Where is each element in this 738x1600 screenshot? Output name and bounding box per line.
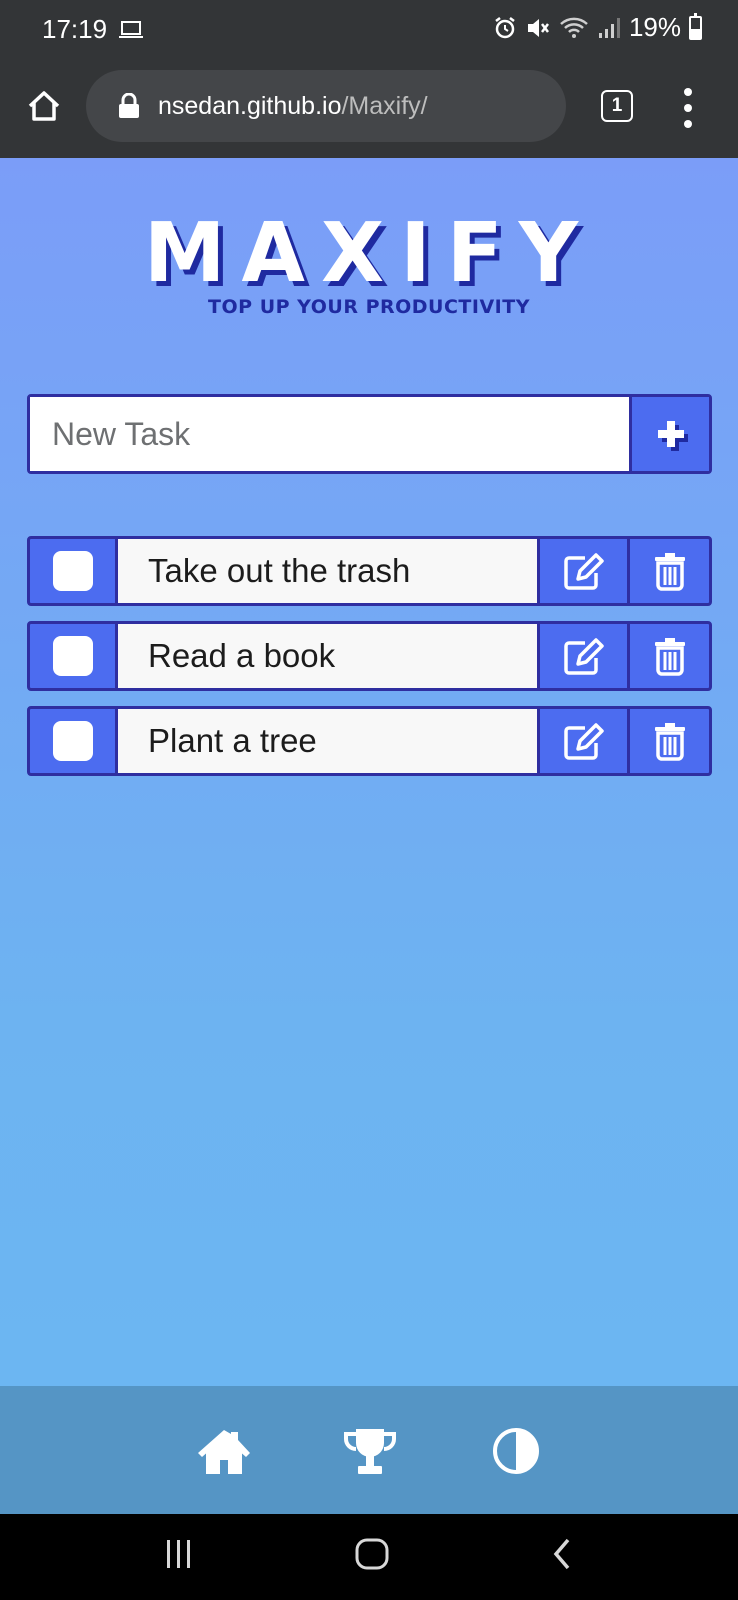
- status-bar: 17:19 19%: [0, 0, 738, 58]
- alarm-icon: [495, 16, 515, 38]
- new-task-form: [27, 394, 712, 474]
- task-label: Plant a tree: [118, 709, 540, 773]
- plus-icon: [657, 421, 688, 451]
- wifi-icon: [560, 17, 588, 38]
- recents-icon[interactable]: [164, 1536, 194, 1572]
- new-task-input[interactable]: [30, 397, 629, 471]
- add-task-button[interactable]: [629, 397, 709, 471]
- url-path: /Maxify/: [341, 91, 428, 120]
- edit-task-button[interactable]: [540, 624, 630, 688]
- theme-toggle-icon[interactable]: [488, 1426, 544, 1476]
- browser-menu-icon[interactable]: [678, 88, 698, 128]
- app-logo: MAXIFY: [143, 206, 595, 301]
- delete-task-button[interactable]: [630, 539, 709, 603]
- back-icon[interactable]: [550, 1536, 574, 1572]
- laptop-icon: [119, 21, 143, 38]
- system-nav-bar: [0, 1514, 738, 1600]
- task-label: Read a book: [118, 624, 540, 688]
- app-content: MAXIFY TOP UP YOUR PRODUCTIVITY Take out…: [0, 158, 738, 1386]
- task-checkbox[interactable]: [52, 721, 93, 761]
- task-label: Take out the trash: [118, 539, 540, 603]
- trophy-icon[interactable]: [342, 1426, 398, 1476]
- browser-home-icon[interactable]: [24, 86, 64, 126]
- status-icons: 19%: [493, 12, 702, 43]
- app-tagline: TOP UP YOUR PRODUCTIVITY: [208, 296, 530, 318]
- edit-icon: [563, 723, 604, 760]
- delete-task-button[interactable]: [630, 624, 709, 688]
- home-icon[interactable]: [196, 1426, 252, 1476]
- task-item: Plant a tree: [27, 706, 712, 776]
- task-checkbox[interactable]: [52, 636, 93, 676]
- trash-icon: [654, 638, 685, 676]
- task-checkbox-cell[interactable]: [30, 709, 118, 773]
- mute-icon: [527, 18, 549, 37]
- system-home-icon[interactable]: [354, 1536, 390, 1572]
- url-bar[interactable]: nsedan.github.io/Maxify/: [86, 70, 566, 142]
- battery-icon: [689, 12, 702, 40]
- browser-toolbar: nsedan.github.io/Maxify/ 1: [0, 58, 738, 158]
- delete-task-button[interactable]: [630, 709, 709, 773]
- edit-task-button[interactable]: [540, 539, 630, 603]
- task-checkbox[interactable]: [52, 551, 93, 591]
- battery-percent: 19%: [628, 12, 681, 42]
- url-host: nsedan.github.io: [158, 91, 342, 120]
- bottom-nav: [0, 1386, 738, 1514]
- signal-icon: [598, 17, 620, 38]
- tab-switcher-button[interactable]: 1: [601, 90, 633, 122]
- lock-icon: [119, 93, 139, 118]
- trash-icon: [654, 723, 685, 761]
- edit-task-button[interactable]: [540, 709, 630, 773]
- trash-icon: [654, 553, 685, 591]
- task-item: Take out the trash: [27, 536, 712, 606]
- task-item: Read a book: [27, 621, 712, 691]
- task-checkbox-cell[interactable]: [30, 624, 118, 688]
- task-checkbox-cell[interactable]: [30, 539, 118, 603]
- edit-icon: [563, 638, 604, 675]
- status-time: 17:19: [42, 14, 108, 44]
- edit-icon: [563, 553, 604, 590]
